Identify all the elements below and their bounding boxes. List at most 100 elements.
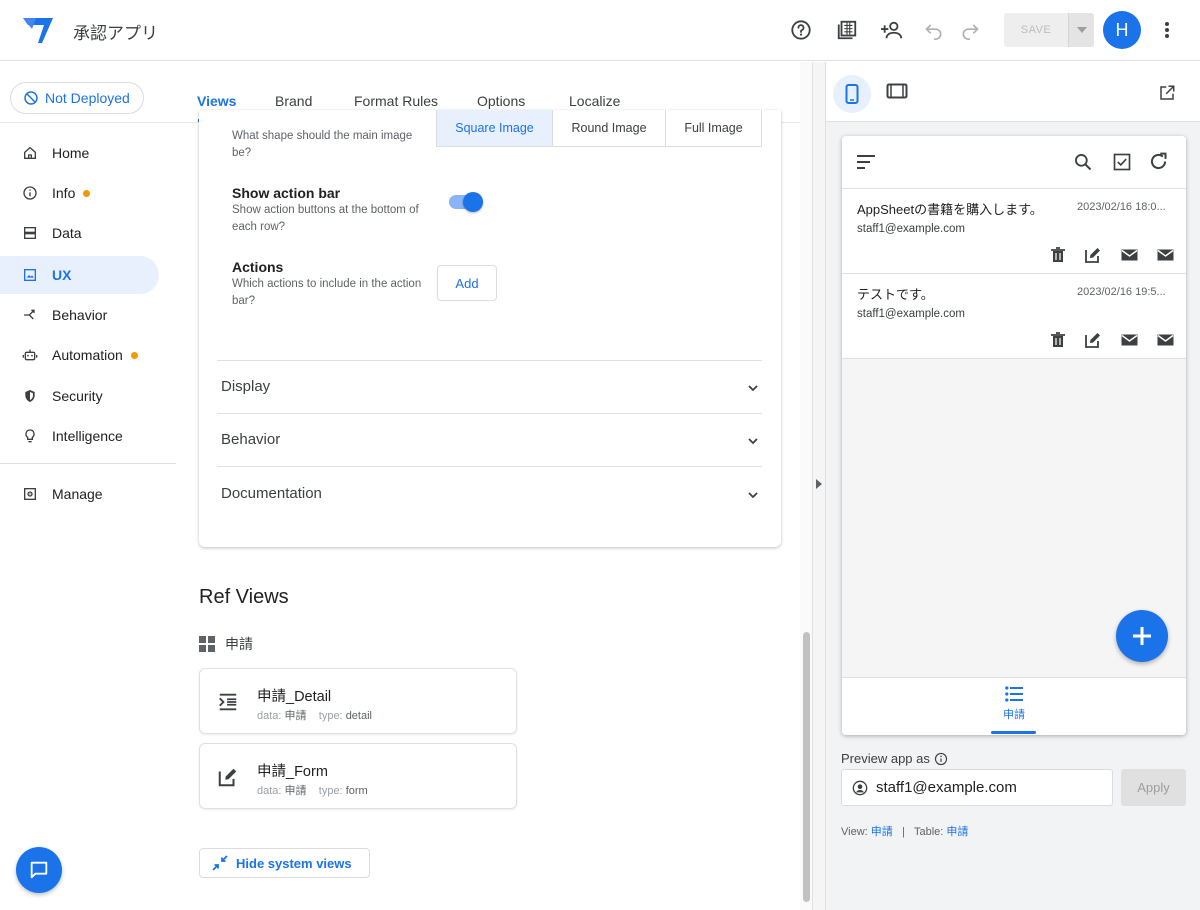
email-icon[interactable] xyxy=(1157,247,1174,263)
list-item[interactable]: AppSheetの書籍を購入します。 2023/02/16 18:0... st… xyxy=(842,189,1186,274)
help-icon[interactable] xyxy=(788,17,814,43)
table-link[interactable]: 申請 xyxy=(946,826,968,838)
info-icon[interactable] xyxy=(934,752,948,766)
chevron-down-icon[interactable] xyxy=(747,382,759,394)
open-in-new-button[interactable] xyxy=(1158,84,1176,102)
collapse-icon xyxy=(212,855,228,871)
divider xyxy=(217,466,762,467)
behavior-section-header[interactable]: Behavior xyxy=(221,431,280,448)
chat-button[interactable] xyxy=(16,847,62,893)
automation-icon xyxy=(22,349,38,361)
tab-format-rules[interactable]: Format Rules xyxy=(354,93,438,109)
ref-view-meta: data: 申請 type: detail xyxy=(257,710,372,722)
tab-localize[interactable]: Localize xyxy=(569,93,620,109)
hide-system-views-button[interactable]: Hide system views xyxy=(199,848,370,878)
add-action-button[interactable]: Add xyxy=(437,265,497,301)
tab-options[interactable]: Options xyxy=(477,93,525,109)
select-checkbox-icon[interactable] xyxy=(1112,152,1132,172)
ref-table-name: 申請 xyxy=(225,636,253,652)
sidebar-item-security[interactable]: Security xyxy=(0,377,159,415)
ref-view-card-form[interactable]: 申請_Form data: 申請 type: form xyxy=(199,743,517,809)
row-title: AppSheetの書籍を購入します。 xyxy=(857,202,1043,217)
plus-icon xyxy=(1133,627,1151,645)
open-in-new-icon xyxy=(1160,85,1175,100)
full-image-option[interactable]: Full Image xyxy=(666,110,761,146)
status-dot xyxy=(83,189,91,197)
bottom-nav-indicator xyxy=(991,731,1036,734)
ref-view-name: 申請_Detail xyxy=(257,689,332,705)
not-deployed-icon xyxy=(24,91,38,105)
deploy-status-chip[interactable]: Not Deployed xyxy=(10,82,144,114)
sidebar-item-home[interactable]: Home xyxy=(0,134,159,172)
ref-views-table-group: 申請 xyxy=(199,634,253,654)
scrollbar-thumb[interactable] xyxy=(803,632,810,902)
add-row-fab[interactable] xyxy=(1116,610,1168,662)
sidebar-item-ux[interactable]: UX xyxy=(0,256,159,294)
sidebar-item-manage[interactable]: Manage xyxy=(0,475,159,513)
divider xyxy=(217,360,762,361)
bottom-nav-tab[interactable]: 申請 xyxy=(991,686,1037,722)
email-icon[interactable] xyxy=(1121,247,1138,263)
chevron-down-icon[interactable] xyxy=(747,435,759,447)
row-email: staff1@example.com xyxy=(857,308,965,320)
shield-icon xyxy=(25,390,35,402)
display-section-header[interactable]: Display xyxy=(221,378,270,395)
detail-view-icon xyxy=(219,693,237,711)
save-button[interactable]: SAVE xyxy=(1004,13,1068,47)
app-title: 承認アプリ xyxy=(73,24,158,43)
delete-icon[interactable] xyxy=(1050,247,1066,263)
appsheet-logo-icon[interactable] xyxy=(22,15,54,45)
undo-icon[interactable] xyxy=(921,17,947,43)
action-bar-toggle-knob[interactable] xyxy=(463,192,483,212)
sidebar-item-info[interactable]: Info xyxy=(0,174,159,212)
apply-button[interactable]: Apply xyxy=(1121,769,1186,806)
email-icon[interactable] xyxy=(1157,332,1174,348)
edit-icon[interactable] xyxy=(1085,247,1102,263)
sidebar-item-label: Info xyxy=(52,185,76,201)
tab-views[interactable]: Views xyxy=(197,93,236,109)
ref-view-meta: data: 申請 type: form xyxy=(257,785,368,797)
behavior-icon xyxy=(24,309,35,320)
more-vert-icon[interactable] xyxy=(1154,17,1180,43)
refresh-icon[interactable] xyxy=(1148,151,1169,172)
round-image-option[interactable]: Round Image xyxy=(553,110,666,146)
tab-brand[interactable]: Brand xyxy=(275,93,312,109)
phone-bottom-nav: 申請 xyxy=(842,677,1186,735)
phone-app-bar xyxy=(842,136,1186,189)
bulb-icon xyxy=(25,429,35,443)
caret-right-icon xyxy=(816,479,822,489)
square-image-option[interactable]: Square Image xyxy=(437,110,553,146)
delete-icon[interactable] xyxy=(1050,332,1066,348)
gallery-icon[interactable] xyxy=(834,17,860,43)
phone-preview-button[interactable] xyxy=(833,75,871,113)
actions-desc: Which actions to include in the action b… xyxy=(232,278,422,307)
divider xyxy=(217,413,762,414)
caret-down-icon xyxy=(1076,27,1087,33)
redo-icon[interactable] xyxy=(957,17,983,43)
sidebar-item-behavior[interactable]: Behavior xyxy=(0,296,159,334)
documentation-section-header[interactable]: Documentation xyxy=(221,485,322,502)
sidebar-item-automation[interactable]: Automation xyxy=(0,336,159,374)
row-title: テストです。 xyxy=(857,287,934,302)
preview-user-input[interactable]: staff1@example.com xyxy=(841,769,1113,806)
email-icon[interactable] xyxy=(1121,332,1138,348)
menu-icon[interactable] xyxy=(857,155,875,169)
sidebar-item-intelligence[interactable]: Intelligence xyxy=(0,417,159,455)
sidebar-item-data[interactable]: Data xyxy=(0,214,159,252)
save-options-dropdown[interactable] xyxy=(1068,13,1094,47)
form-view-icon xyxy=(218,768,237,787)
search-icon[interactable] xyxy=(1073,152,1093,172)
sidebar-item-label: UX xyxy=(52,267,72,283)
user-avatar[interactable]: H xyxy=(1103,11,1141,49)
status-dot xyxy=(130,351,138,359)
tablet-preview-button[interactable] xyxy=(886,83,908,99)
list-item[interactable]: テストです。 2023/02/16 19:5... staff1@example… xyxy=(842,274,1186,359)
view-link[interactable]: 申請 xyxy=(871,826,893,838)
phone-preview: AppSheetの書籍を購入します。 2023/02/16 18:0... st… xyxy=(842,136,1186,735)
edit-icon[interactable] xyxy=(1085,332,1102,348)
panel-splitter[interactable] xyxy=(812,62,826,910)
share-icon[interactable] xyxy=(879,17,905,43)
chevron-down-icon[interactable] xyxy=(747,489,759,501)
ref-view-card-detail[interactable]: 申請_Detail data: 申請 type: detail xyxy=(199,668,517,734)
row-action-bar xyxy=(1050,247,1174,263)
